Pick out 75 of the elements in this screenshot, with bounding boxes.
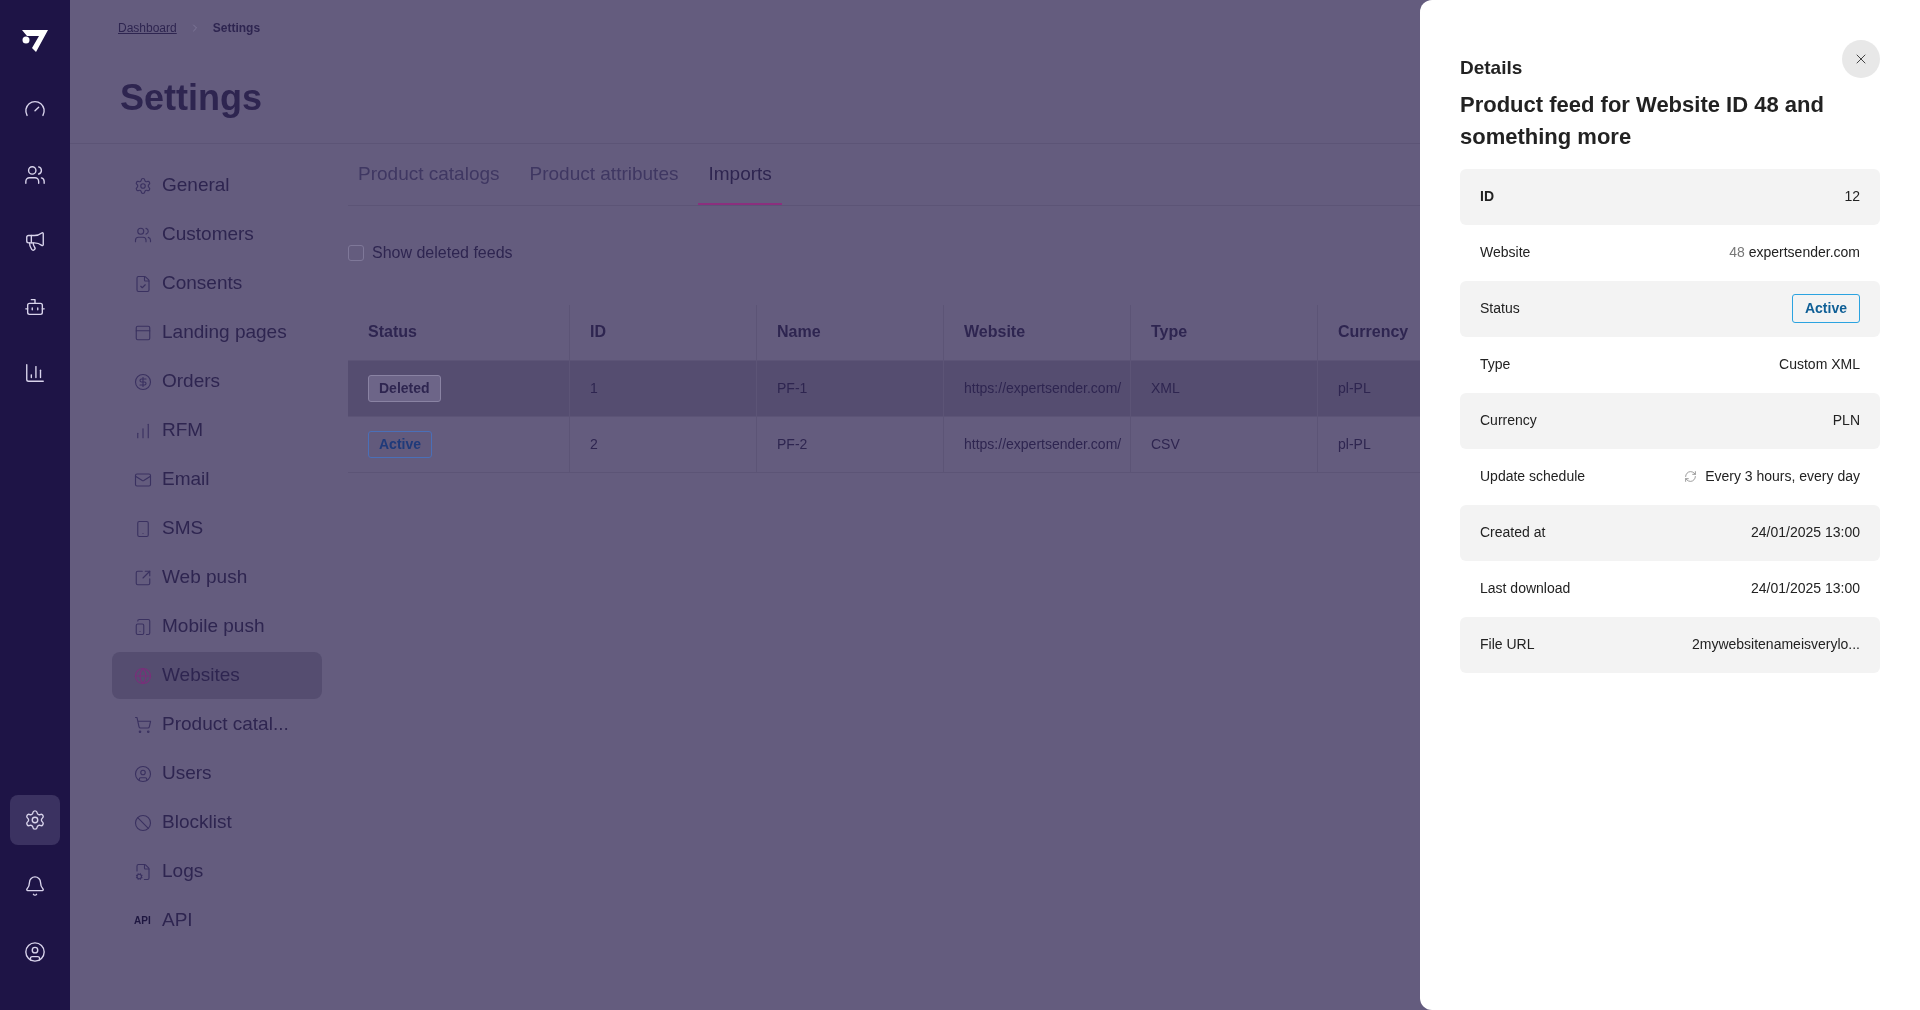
settings-menu-item[interactable]: Logs [112,848,322,895]
settings-menu-item[interactable]: Product catal... [112,701,322,748]
logo-icon[interactable] [20,28,50,54]
table-cell-text: CSV [1151,434,1180,454]
mail-icon [134,470,152,489]
detail-value: Custom XML [1779,355,1860,374]
detail-value: Every 3 hours, every day [1705,467,1860,486]
detail-value: 12 [1844,187,1860,206]
tab[interactable]: Imports [698,160,782,205]
robot-icon [24,296,46,318]
detail-label: Type [1480,355,1511,374]
cart-icon [134,715,152,734]
settings-menu-item[interactable]: SMS [112,505,322,552]
settings-menu-item[interactable]: Mobile push [112,603,322,650]
settings-icon [24,809,46,831]
status-badge: Active [368,430,433,458]
document-check-icon [134,274,152,293]
globe-icon [134,666,152,685]
detail-label: Website [1480,243,1531,262]
settings-menu-item[interactable]: Customers [112,211,322,258]
panel-title: Product feed for Website ID 48 and something more [1460,90,1825,151]
status-badge: Active [1791,294,1860,323]
detail-label: Update schedule [1480,467,1586,486]
bar-chart-icon [24,362,46,384]
settings-menu-item[interactable]: Blocklist [112,799,322,846]
user-icon [24,941,46,963]
bar-chart-icon [134,421,152,440]
breadcrumb-current: Settings [212,20,261,37]
phone-icon [134,519,152,538]
panel-heading: Details [1460,56,1523,80]
refresh-icon [1684,470,1698,483]
detail-value: 24/01/2025 13:00 [1751,523,1860,542]
users-icon [24,164,46,186]
detail-value: PLN [1832,411,1860,430]
users-icon [134,225,152,244]
layout-icon [134,323,152,342]
nav-button[interactable] [10,795,60,845]
detail-value: 2mywebsitenameisverylo... [1691,635,1860,654]
detail-label: Last download [1480,579,1571,598]
detail-label: Created at [1480,523,1546,542]
column-header: ID [569,304,756,360]
column-header: Name [756,304,943,360]
website-id: 48 [1729,243,1745,262]
bell-icon [24,875,46,897]
phone-icon [134,617,152,636]
detail-label: ID [1480,187,1494,206]
megaphone-icon [24,230,46,252]
user-icon [134,764,152,783]
settings-menu-item[interactable]: Consents [112,260,322,307]
settings-menu-item[interactable]: Orders [112,358,322,405]
api-label: API [134,914,152,928]
settings-menu-item[interactable]: Landing pages [112,309,322,356]
detail-value: 24/01/2025 13:00 [1751,579,1860,598]
file-gear-icon [134,862,152,881]
status-badge: Deleted [368,374,441,402]
blocked-icon [134,813,152,832]
settings-menu-item[interactable]: General [112,162,322,209]
checkbox[interactable] [348,244,364,261]
page-title: Settings [120,76,263,120]
dollar-icon [134,372,152,391]
detail-value: expertsender.com [1748,243,1860,262]
settings-menu-item[interactable]: API API [112,897,322,944]
column-header: Status [367,322,418,342]
breadcrumb-link[interactable]: Dashboard [118,19,177,37]
settings-icon [134,176,152,195]
settings-menu-item[interactable]: Users [112,750,322,797]
settings-menu-item[interactable]: RFM [112,407,322,454]
column-header: Website [943,304,1130,360]
column-header: Type [1130,304,1317,360]
detail-label: File URL [1480,635,1535,654]
settings-menu-item[interactable]: Web push [112,554,322,601]
settings-menu-item[interactable]: Email [112,456,322,503]
detail-label: Currency [1480,411,1537,430]
detail-label: Status [1480,299,1520,318]
table-cell-text: https://expertsender.com/ [964,434,1122,454]
